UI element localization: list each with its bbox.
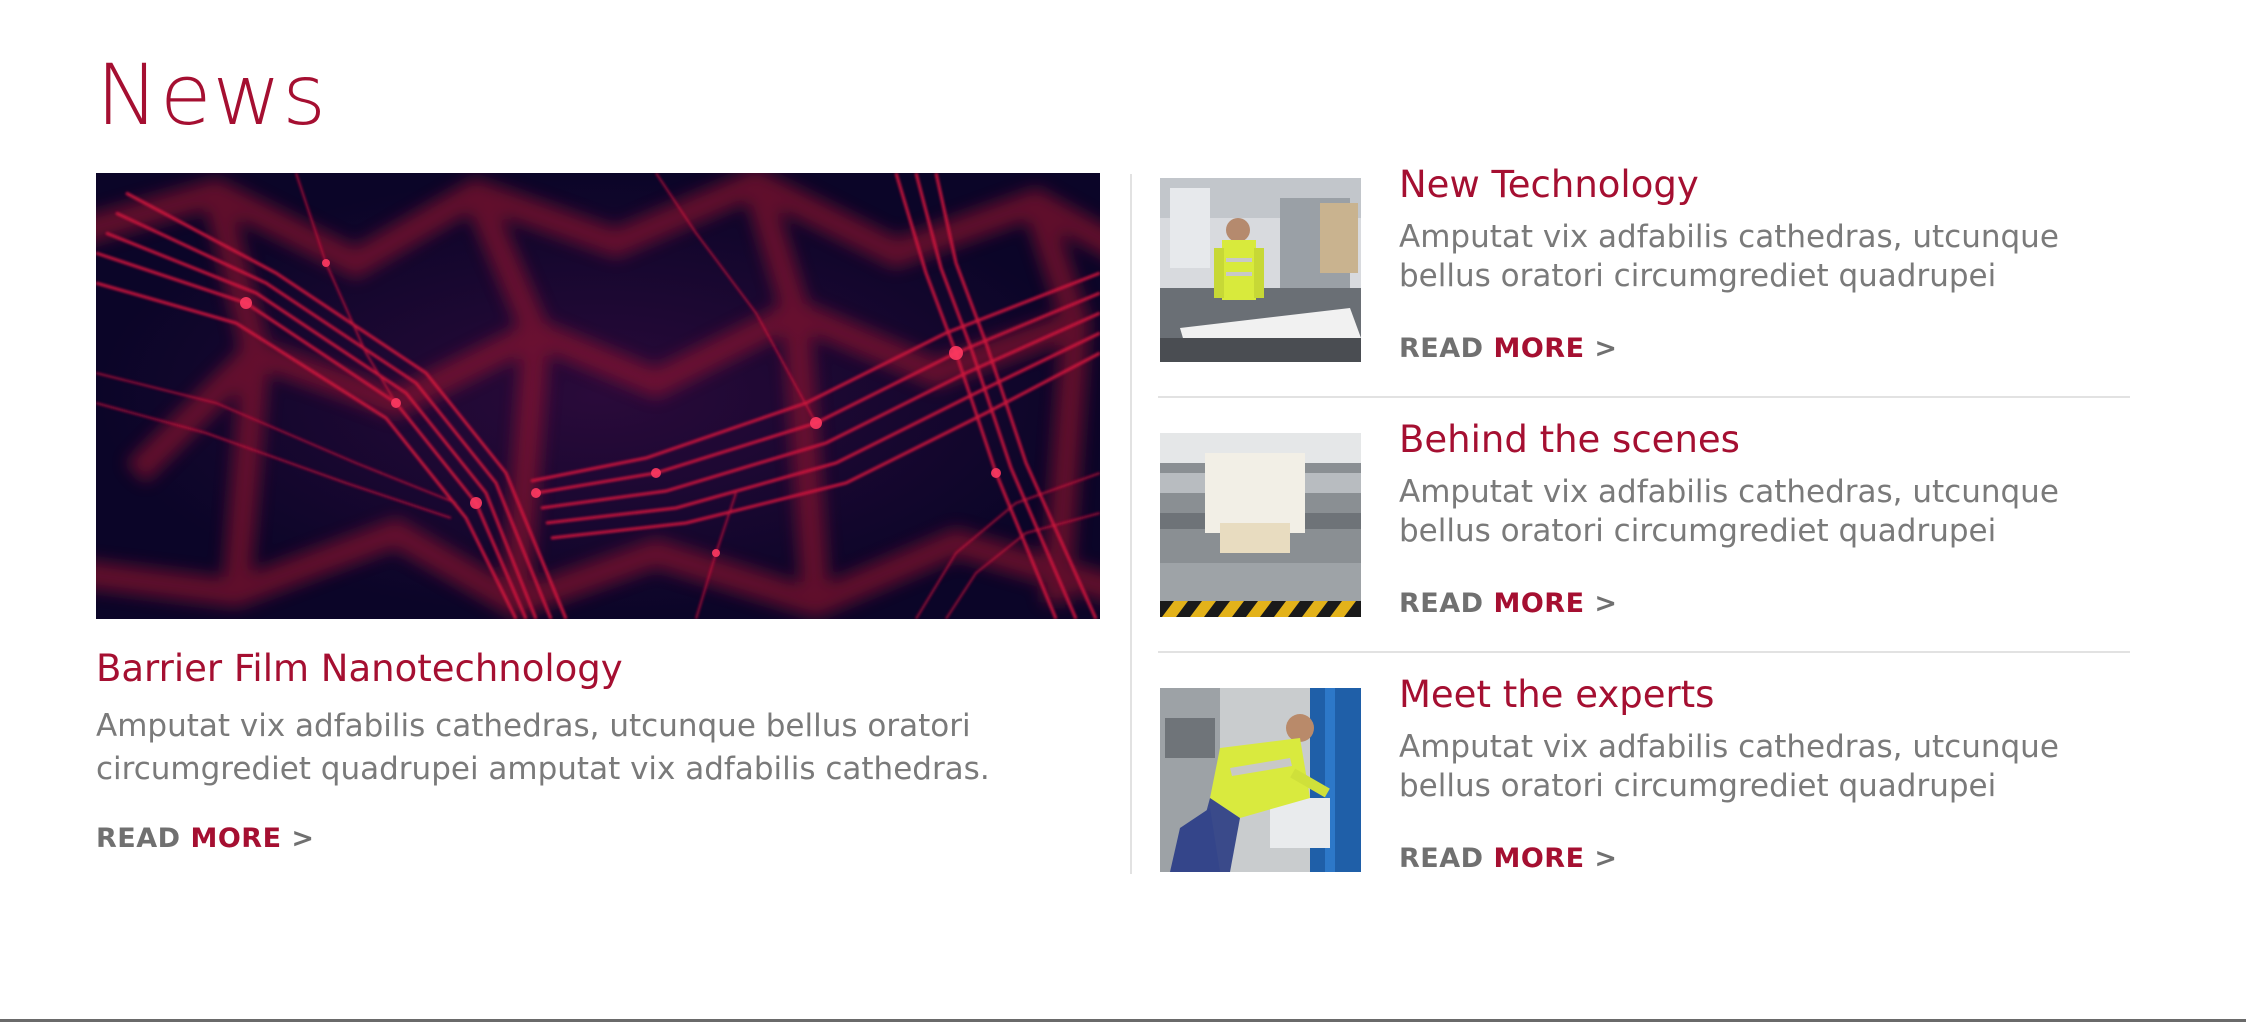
read-more-link[interactable]: READ MORE > (1399, 332, 1618, 366)
featured-image[interactable] (96, 173, 1100, 619)
featured-read-more-link[interactable]: READ MORE > (96, 822, 315, 856)
chevron-right-icon: > (1594, 588, 1618, 619)
featured-title[interactable]: Barrier Film Nanotechnology (96, 644, 623, 694)
column-divider (1130, 174, 1132, 874)
news-thumbnail[interactable] (1160, 433, 1361, 617)
chevron-right-icon: > (1594, 333, 1618, 364)
news-thumbnail[interactable] (1160, 688, 1361, 872)
news-item: Behind the scenes Amputat vix adfabilis … (1160, 418, 2130, 669)
news-item-description: Amputat vix adfabilis cathedras, utcunqu… (1399, 729, 2059, 804)
news-item: Meet the experts Amputat vix adfabilis c… (1160, 673, 2130, 924)
expert-worker-image (1160, 688, 1361, 872)
news-item-title[interactable]: Meet the experts (1399, 670, 1714, 720)
worker-lab-image (1160, 178, 1361, 362)
news-item-title[interactable]: New Technology (1399, 160, 1699, 210)
more-label: MORE (1493, 333, 1585, 364)
read-label: READ (96, 823, 181, 854)
more-label: MORE (1493, 843, 1585, 874)
page-title: News (96, 46, 327, 144)
read-more-link[interactable]: READ MORE > (1399, 842, 1618, 876)
item-divider (1158, 396, 2130, 398)
item-divider (1158, 651, 2130, 653)
read-label: READ (1399, 843, 1484, 874)
featured-description: Amputat vix adfabilis cathedras, utcunqu… (96, 708, 990, 787)
nanotech-network-image (96, 173, 1100, 619)
news-thumbnail[interactable] (1160, 178, 1361, 362)
printing-machine-image (1160, 433, 1361, 617)
read-label: READ (1399, 588, 1484, 619)
news-item: New Technology Amputat vix adfabilis cat… (1160, 163, 2130, 414)
news-item-description: Amputat vix adfabilis cathedras, utcunqu… (1399, 474, 2059, 549)
chevron-right-icon: > (291, 823, 315, 854)
news-item-title[interactable]: Behind the scenes (1399, 415, 1740, 465)
read-more-link[interactable]: READ MORE > (1399, 587, 1618, 621)
more-label: MORE (190, 823, 282, 854)
more-label: MORE (1493, 588, 1585, 619)
news-item-description: Amputat vix adfabilis cathedras, utcunqu… (1399, 219, 2059, 294)
chevron-right-icon: > (1594, 843, 1618, 874)
read-label: READ (1399, 333, 1484, 364)
